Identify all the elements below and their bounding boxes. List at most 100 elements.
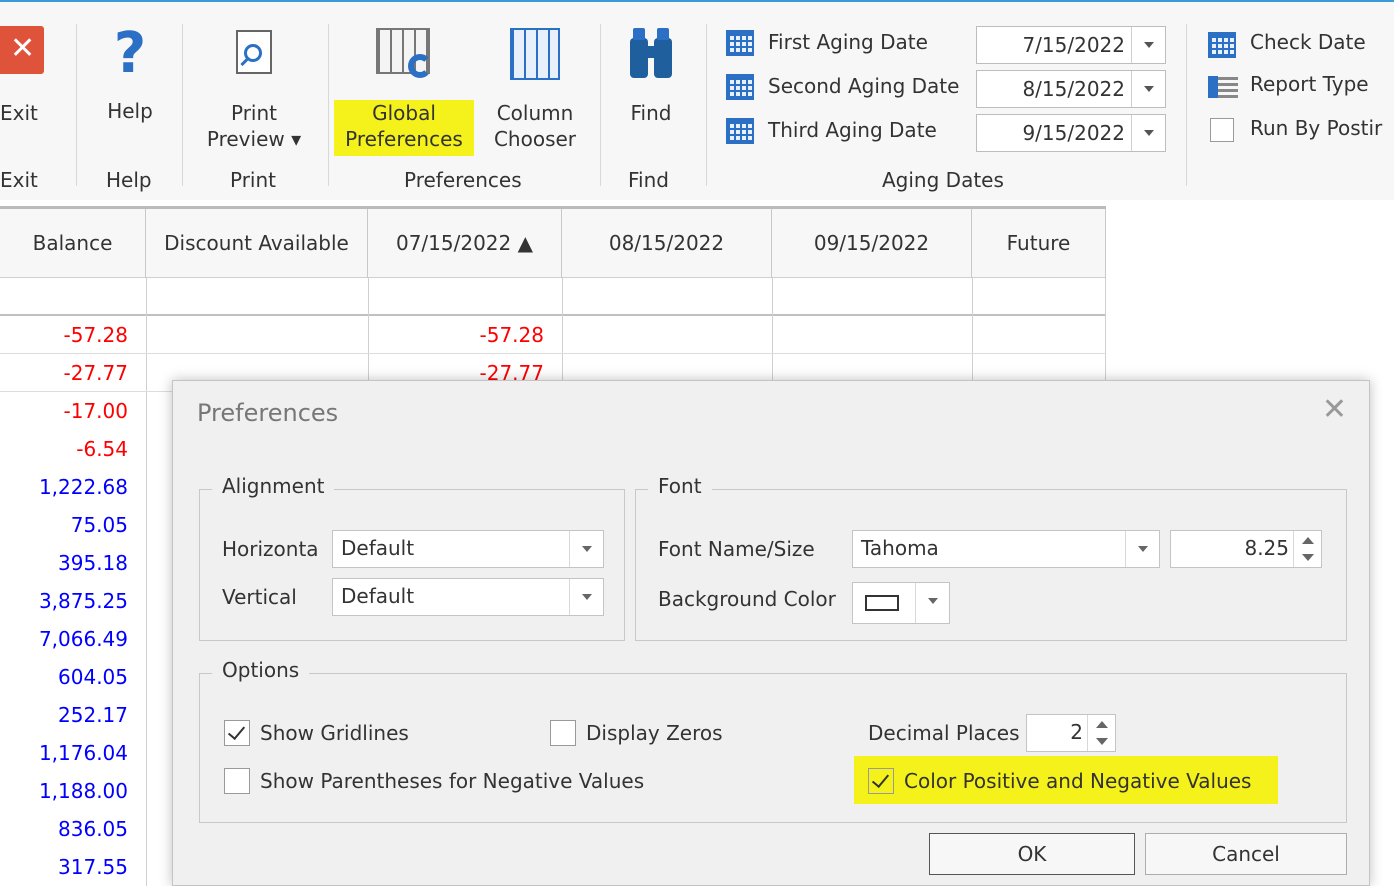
column-header-balance[interactable]: Balance <box>0 209 146 278</box>
balance-cell: 395.18 <box>58 551 128 575</box>
print-preview-icon <box>236 30 272 74</box>
check-date-item[interactable]: Check Date <box>1208 30 1394 60</box>
font-name-select[interactable]: Tahoma <box>852 530 1160 568</box>
help-icon: ? <box>113 21 147 86</box>
ribbon-separator <box>706 24 707 186</box>
cancel-button[interactable]: Cancel <box>1145 833 1347 875</box>
alignment-group: Alignment Horizonta Default Vertical Def… <box>199 474 625 641</box>
close-icon[interactable]: ✕ <box>1322 395 1347 425</box>
decimal-places-spinner[interactable]: 2 <box>1026 714 1116 752</box>
column-header-discount-available[interactable]: Discount Available <box>146 209 368 278</box>
font-group-title: Font <box>648 474 712 498</box>
list-icon <box>1208 76 1238 98</box>
second-aging-date-value: 8/15/2022 <box>1022 77 1125 101</box>
ribbon-separator <box>600 24 601 186</box>
group-label-print: Print <box>230 168 277 192</box>
third-aging-date-combo[interactable]: 9/15/2022 <box>976 114 1166 152</box>
horizontal-label: Horizonta <box>222 537 319 561</box>
color-values-label: Color Positive and Negative Values <box>904 769 1252 793</box>
chevron-down-icon[interactable] <box>1131 71 1165 107</box>
spinner-buttons[interactable] <box>1293 531 1321 567</box>
ribbon-separator <box>182 24 183 186</box>
third-aging-date-label: Third Aging Date <box>768 118 937 142</box>
exit-icon: ✕ <box>0 26 44 74</box>
balance-cell: 1,222.68 <box>38 475 128 499</box>
display-zeros-label: Display Zeros <box>586 721 723 745</box>
balance-cell: -17.00 <box>63 399 128 423</box>
background-color-picker[interactable] <box>852 582 950 624</box>
decimal-places-label: Decimal Places <box>868 721 1020 745</box>
column-header-08-15-2022[interactable]: 08/15/2022 <box>562 209 772 278</box>
run-by-posting-item[interactable]: Run By Postir <box>1208 116 1394 146</box>
ribbon-separator <box>1186 24 1187 186</box>
color-values-checkbox[interactable] <box>868 768 894 794</box>
grid-header: Balance Discount Available 07/15/2022 ▲ … <box>0 206 1106 278</box>
options-group-title: Options <box>212 658 310 682</box>
preferences-dialog: Preferences ✕ Alignment Horizonta Defaul… <box>172 380 1370 886</box>
second-aging-date-combo[interactable]: 8/15/2022 <box>976 70 1166 108</box>
group-label-exit: Exit <box>0 168 38 192</box>
chevron-down-icon[interactable] <box>915 583 949 623</box>
column-chooser-label-2: Chooser <box>493 127 577 151</box>
spin-down-icon[interactable] <box>1302 554 1314 561</box>
vertical-alignment-select[interactable]: Default <box>332 578 604 616</box>
run-by-posting-checkbox[interactable] <box>1210 118 1234 142</box>
columns-icon <box>510 28 560 80</box>
display-zeros-checkbox[interactable] <box>550 720 576 746</box>
balance-cell: 252.17 <box>58 703 128 727</box>
font-name-value: Tahoma <box>861 536 939 560</box>
table-row[interactable]: -57.28 -57.28 <box>0 316 1106 354</box>
spinner-buttons[interactable] <box>1087 715 1115 751</box>
dialog-title: Preferences <box>197 399 339 427</box>
ok-button[interactable]: OK <box>929 833 1135 875</box>
filter-row[interactable] <box>0 278 1106 316</box>
options-group: Options Show Gridlines Display Zeros Dec… <box>199 658 1347 823</box>
show-parentheses-checkbox[interactable] <box>224 768 250 794</box>
print-preview-label-2: Preview ▾ <box>206 127 302 151</box>
report-type-item[interactable]: Report Type <box>1208 72 1394 102</box>
decimal-places-value: 2 <box>1070 720 1083 744</box>
horizontal-alignment-select[interactable]: Default <box>332 530 604 568</box>
column-chooser-label-1: Column <box>496 101 574 125</box>
global-preferences-button[interactable]: Global Preferences <box>334 28 474 158</box>
column-header-07-15-2022[interactable]: 07/15/2022 ▲ <box>368 209 562 278</box>
show-gridlines-label: Show Gridlines <box>260 721 409 745</box>
spin-up-icon[interactable] <box>1302 537 1314 544</box>
column-chooser-button[interactable]: Column Chooser <box>484 28 586 158</box>
color-swatch <box>865 595 899 611</box>
balance-cell: -6.54 <box>76 437 128 461</box>
column-header-future[interactable]: Future <box>972 209 1106 278</box>
first-aging-date-combo[interactable]: 7/15/2022 <box>976 26 1166 64</box>
balance-cell: -27.77 <box>63 361 128 385</box>
print-preview-button[interactable]: Print Preview ▾ <box>196 30 312 154</box>
aging-0715-cell: -57.28 <box>479 323 544 347</box>
chevron-down-icon[interactable] <box>1131 27 1165 63</box>
find-label: Find <box>630 101 672 125</box>
chevron-down-icon[interactable] <box>1125 531 1159 567</box>
ribbon-separator <box>76 24 77 186</box>
balance-cell: 7,066.49 <box>38 627 128 651</box>
third-aging-date-value: 9/15/2022 <box>1022 121 1125 145</box>
chevron-down-icon[interactable] <box>1131 115 1165 151</box>
show-gridlines-checkbox[interactable] <box>224 720 250 746</box>
global-preferences-label-2: Preferences <box>345 127 463 151</box>
chevron-down-icon[interactable] <box>569 579 603 615</box>
spin-down-icon[interactable] <box>1096 738 1108 745</box>
font-size-spinner[interactable]: 8.25 <box>1170 530 1322 568</box>
help-button[interactable]: ? Help <box>96 24 164 150</box>
column-header-09-15-2022[interactable]: 09/15/2022 <box>772 209 972 278</box>
exit-label: Exit <box>0 101 38 125</box>
first-aging-date-row: First Aging Date 7/15/2022 <box>726 26 1166 64</box>
spin-up-icon[interactable] <box>1096 721 1108 728</box>
group-label-preferences: Preferences <box>404 168 522 192</box>
balance-cell: 1,188.00 <box>38 779 128 803</box>
balance-cell: 836.05 <box>58 817 128 841</box>
balance-cell: 604.05 <box>58 665 128 689</box>
calendar-icon <box>726 30 754 56</box>
chevron-down-icon[interactable] <box>569 531 603 567</box>
calendar-icon <box>1208 32 1236 58</box>
find-button[interactable]: Find <box>618 28 684 138</box>
balance-cell: 317.55 <box>58 855 128 879</box>
binoculars-icon <box>630 28 672 80</box>
font-group: Font Font Name/Size Tahoma 8.25 Backgrou… <box>635 474 1347 641</box>
